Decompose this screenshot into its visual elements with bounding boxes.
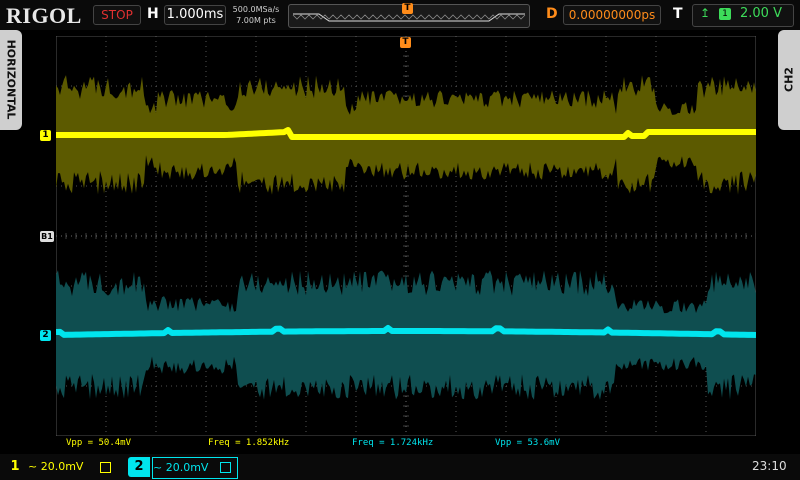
ch2-bandwidth-icon bbox=[220, 462, 231, 473]
trigger-label: T bbox=[673, 6, 683, 22]
math-marker[interactable]: B1 bbox=[40, 231, 54, 242]
memory-overview[interactable]: T bbox=[288, 3, 530, 28]
memory-depth: 7.00M pts bbox=[236, 16, 276, 25]
waveform-display[interactable] bbox=[56, 36, 756, 436]
trigger-time-marker[interactable]: T bbox=[400, 37, 411, 48]
sample-info: 500.0MSa/s 7.00M pts bbox=[230, 4, 282, 26]
delay-label: D bbox=[546, 6, 558, 22]
ch2-button[interactable]: 2 bbox=[128, 457, 150, 477]
meas-freq-ch2: Freq = 1.724kHz bbox=[352, 438, 434, 448]
rising-edge-icon: ↥ bbox=[700, 6, 711, 20]
trigger-level: 2.00 V bbox=[740, 6, 782, 21]
meas-vpp-ch2: Vpp = 53.6mV bbox=[495, 438, 561, 448]
trigger-position-marker: T bbox=[402, 3, 413, 14]
delay-value[interactable]: 0.00000000ps bbox=[563, 5, 661, 25]
ch1-button[interactable]: 1 bbox=[4, 457, 26, 477]
horizontal-menu-tab[interactable]: HORIZONTAL bbox=[0, 30, 22, 130]
run-stop-status[interactable]: STOP bbox=[93, 5, 141, 25]
horizontal-menu-label: HORIZONTAL bbox=[4, 39, 18, 120]
ch2-menu-label: CH2 bbox=[782, 67, 796, 92]
ch1-bandwidth-icon bbox=[100, 462, 111, 473]
ch2-offset-marker[interactable]: 2 bbox=[40, 330, 51, 341]
clock: 23:10 bbox=[752, 459, 787, 473]
meas-freq-ch1: Freq = 1.852kHz bbox=[208, 438, 290, 448]
trigger-source: 1 bbox=[719, 8, 731, 20]
sample-rate: 500.0MSa/s bbox=[232, 5, 280, 14]
timebase-value[interactable]: 1.000ms bbox=[164, 5, 226, 25]
measurement-bar: Vpp = 50.4mV Freq = 1.852kHz Freq = 1.72… bbox=[56, 436, 756, 450]
horizontal-label: H bbox=[147, 6, 159, 22]
ch2-menu-tab[interactable]: CH2 bbox=[778, 30, 800, 130]
brand-logo: RIGOL bbox=[6, 3, 82, 28]
ch1-offset-marker[interactable]: 1 bbox=[40, 130, 51, 141]
meas-vpp-ch1: Vpp = 50.4mV bbox=[66, 438, 132, 448]
